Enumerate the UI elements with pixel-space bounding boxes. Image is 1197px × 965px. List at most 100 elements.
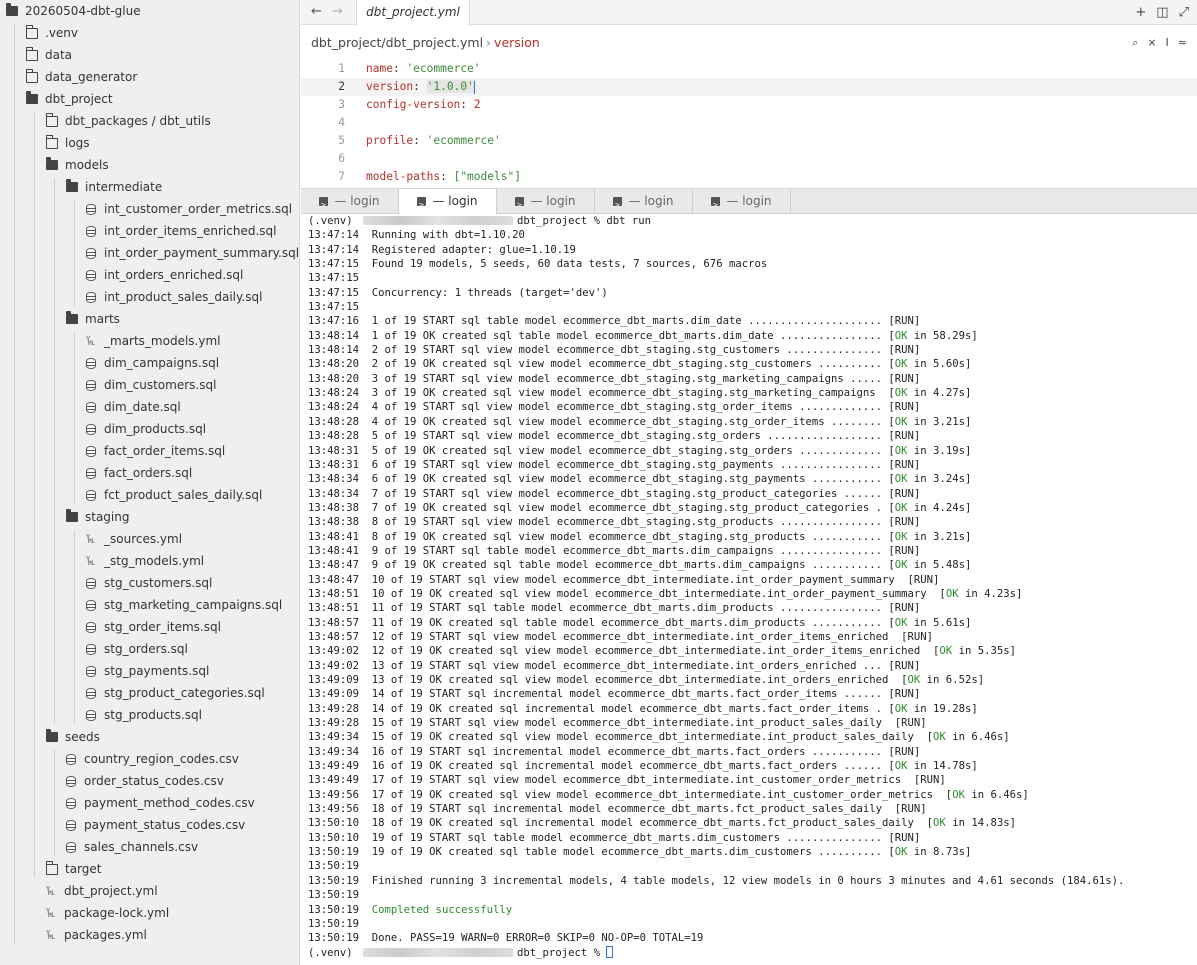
terminal-line: 13:48:38 7 of 19 OK created sql view mod… (308, 501, 972, 514)
tree-item-sql[interactable]: stg_products.sql (86, 704, 202, 726)
settings-icon[interactable]: ≈ (1178, 25, 1187, 60)
split-pane-icon[interactable]: ◫ (1156, 5, 1168, 20)
code-line[interactable]: 1 name: 'ecommerce' (301, 60, 1197, 78)
tree-item-sql[interactable]: stg_payments.sql (86, 660, 209, 682)
code-line[interactable]: 5 profile: 'ecommerce' (301, 132, 1197, 150)
tree-item-folder-closed[interactable]: data_generator (26, 66, 137, 88)
breadcrumb-path[interactable]: dbt_project/dbt_project.yml (311, 35, 483, 50)
terminal-tab[interactable]: — login (693, 189, 791, 217)
tree-item-sql[interactable]: stg_order_items.sql (86, 616, 221, 638)
terminal-tab[interactable]: — login (497, 189, 595, 217)
tree-item-sql[interactable]: sales_channels.csv (66, 836, 198, 858)
tree-item-yml[interactable]: package-lock.yml (46, 902, 169, 924)
tree-item-folder-open[interactable]: seeds (46, 726, 100, 748)
line-number: 4 (338, 116, 345, 129)
tree-item-sql[interactable]: int_customer_order_metrics.sql (86, 198, 292, 220)
tree-item-sql[interactable]: dim_date.sql (86, 396, 181, 418)
tree-item-label: payment_method_codes.csv (84, 796, 255, 810)
tree-item-label: 20260504-dbt-glue (25, 4, 141, 18)
tree-item-folder-open[interactable]: 20260504-dbt-glue (6, 0, 141, 22)
tree-item-folder-closed[interactable]: .venv (26, 22, 78, 44)
terminal[interactable]: (.venv) dbt_project % dbt run 13:47:14 R… (301, 214, 1197, 965)
terminal-line: 13:48:41 8 of 19 OK created sql view mod… (308, 530, 972, 543)
tree-item-yml[interactable]: _sources.yml (86, 528, 182, 550)
tab-dbt-project-yml[interactable]: dbt_project.yml (356, 0, 470, 26)
terminal-line: 13:49:02 12 of 19 OK created sql view mo… (308, 645, 1016, 658)
editor-tab-bar: ← → dbt_project.yml + ◫ ⤢ (301, 0, 1197, 26)
breadcrumb-symbol[interactable]: version (494, 35, 540, 50)
terminal-tab[interactable]: — login (301, 189, 399, 217)
tree-item-folder-open[interactable]: dbt_project (26, 88, 113, 110)
expand-icon[interactable]: ⤢ (1179, 5, 1189, 20)
terminal-tab[interactable]: — login (399, 189, 497, 217)
code-line[interactable]: 2 version: '1.0.0' (301, 78, 1197, 96)
code-line[interactable]: 3 config-version: 2 (301, 96, 1197, 114)
tree-item-sql[interactable]: dim_products.sql (86, 418, 206, 440)
tree-item-sql[interactable]: int_product_sales_daily.sql (86, 286, 262, 308)
tree-item-yml[interactable]: _stg_models.yml (86, 550, 204, 572)
terminal-tab-label: — login (530, 194, 576, 208)
tree-item-sql[interactable]: fct_product_sales_daily.sql (86, 484, 262, 506)
tree-item-sql[interactable]: order_status_codes.csv (66, 770, 224, 792)
code-editor[interactable]: 1 name: 'ecommerce' 2 version: '1.0.0' 3 conf… (301, 60, 1197, 186)
tree-item-sql[interactable]: fact_orders.sql (86, 462, 192, 484)
terminal-line: 13:47:15 Found 19 models, 5 seeds, 60 da… (308, 258, 768, 271)
tree-item-folder-closed[interactable]: dbt_packages / dbt_utils (46, 110, 211, 132)
tree-item-folder-open[interactable]: marts (66, 308, 120, 330)
folder-icon (46, 134, 58, 149)
forward-arrow-icon[interactable]: → (332, 0, 343, 25)
folder-open-icon (66, 311, 78, 324)
new-tab-icon[interactable]: + (1135, 5, 1146, 20)
database-file-icon (86, 203, 96, 215)
tree-item-folder-closed[interactable]: logs (46, 132, 90, 154)
tree-item-sql[interactable]: int_orders_enriched.sql (86, 264, 243, 286)
tree-indent-guide (54, 750, 55, 856)
tools-icon[interactable]: ⨯ (1147, 25, 1156, 60)
terminal-line: 13:50:19 19 of 19 OK created sql table m… (308, 846, 972, 859)
tree-item-folder-open[interactable]: intermediate (66, 176, 162, 198)
code-line[interactable]: 6 (301, 150, 1197, 168)
terminal-line: 13:48:41 9 of 19 START sql table model e… (308, 544, 921, 557)
tree-item-yml[interactable]: packages.yml (46, 924, 147, 946)
folder-icon (26, 46, 38, 61)
tree-item-sql[interactable]: country_region_codes.csv (66, 748, 239, 770)
terminal-tab-label: — login (432, 194, 478, 208)
tree-item-sql[interactable]: stg_product_categories.sql (86, 682, 265, 704)
tree-item-sql[interactable]: payment_status_codes.csv (66, 814, 245, 836)
search-icon[interactable]: ⌕ (1132, 25, 1138, 60)
tree-indent-guide (74, 332, 75, 504)
terminal-line: 13:47:16 1 of 19 START sql table model e… (308, 315, 921, 328)
tree-item-folder-open[interactable]: staging (66, 506, 129, 528)
tree-item-sql[interactable]: stg_customers.sql (86, 572, 212, 594)
terminal-line: 13:50:19 Done. PASS=19 WARN=0 ERROR=0 SK… (308, 932, 704, 945)
tree-item-label: order_status_codes.csv (84, 774, 224, 788)
tree-item-folder-closed[interactable]: data (26, 44, 72, 66)
text-cursor-icon[interactable]: I (1166, 25, 1169, 60)
tree-item-sql[interactable]: fact_order_items.sql (86, 440, 225, 462)
tree-indent-guide (54, 178, 55, 724)
tree-item-folder-closed[interactable]: target (46, 858, 102, 880)
tree-item-label: data_generator (45, 70, 138, 84)
tree-item-label: dbt_packages / dbt_utils (65, 114, 211, 128)
tree-item-yml[interactable]: dbt_project.yml (46, 880, 158, 902)
editor-pane: ← → dbt_project.yml + ◫ ⤢ dbt_project/db… (301, 0, 1197, 188)
terminal-tab[interactable]: — login (595, 189, 693, 217)
tree-item-sql[interactable]: int_order_payment_summary.sql (86, 242, 299, 264)
tree-item-sql[interactable]: payment_method_codes.csv (66, 792, 255, 814)
code-line[interactable]: 4 (301, 114, 1197, 132)
yaml-file-icon (46, 908, 56, 919)
back-arrow-icon[interactable]: ← (311, 0, 322, 25)
tree-item-sql[interactable]: stg_marketing_campaigns.sql (86, 594, 282, 616)
tree-item-label: .venv (45, 26, 79, 40)
tree-item-yml[interactable]: _marts_models.yml (86, 330, 221, 352)
tree-item-sql[interactable]: stg_orders.sql (86, 638, 188, 660)
tree-item-sql[interactable]: int_order_items_enriched.sql (86, 220, 276, 242)
folder-icon (26, 24, 38, 39)
code-line[interactable]: 7 model-paths: ["models"] (301, 168, 1197, 186)
terminal-line: 13:48:34 7 of 19 START sql view model ec… (308, 487, 921, 500)
database-file-icon (86, 489, 96, 501)
terminal-line: 13:48:24 4 of 19 START sql view model ec… (308, 401, 921, 414)
tree-item-sql[interactable]: dim_customers.sql (86, 374, 216, 396)
tree-item-sql[interactable]: dim_campaigns.sql (86, 352, 219, 374)
tree-item-folder-open[interactable]: models (46, 154, 109, 176)
